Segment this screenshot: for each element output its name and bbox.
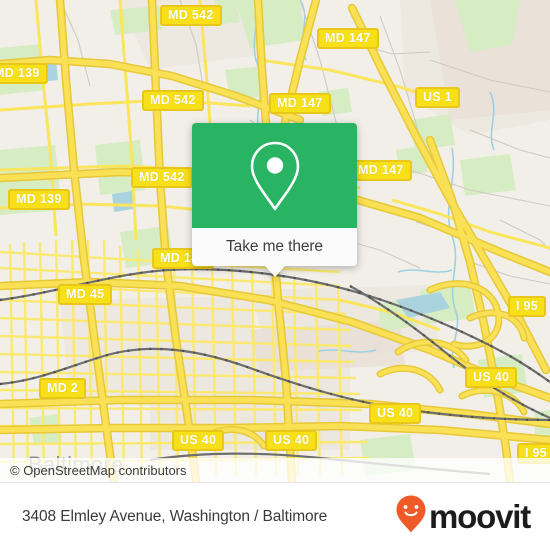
- map-pin-icon: [247, 139, 303, 213]
- attribution-text: © OpenStreetMap contributors: [10, 462, 187, 478]
- highway-shield: US 40: [265, 430, 318, 451]
- highway-shield: MD 542: [160, 5, 222, 26]
- highway-shield: MD 2: [39, 378, 87, 399]
- highway-shield: MD 139: [8, 189, 70, 210]
- map-attribution[interactable]: © OpenStreetMap contributors: [0, 458, 550, 482]
- highway-shield: US 1: [415, 87, 460, 108]
- highway-shield: MD 45: [58, 284, 113, 305]
- moovit-map-screen: Baltimore MD 542MD 147MD 139MD 542MD 147…: [0, 0, 550, 550]
- highway-shield: MD 542: [131, 167, 193, 188]
- highway-shield: MD 147: [317, 28, 379, 49]
- take-me-there-button[interactable]: Take me there: [192, 228, 357, 266]
- highway-shield: US 40: [369, 403, 422, 424]
- moovit-logo[interactable]: moovit: [395, 494, 531, 539]
- highway-shield: MD 147: [350, 160, 412, 181]
- highway-shield: MD 542: [142, 90, 204, 111]
- map-canvas[interactable]: Baltimore MD 542MD 147MD 139MD 542MD 147…: [0, 0, 550, 482]
- highway-shield: US 40: [465, 367, 518, 388]
- highway-shield: MD 139: [0, 63, 48, 84]
- moovit-wordmark: moovit: [429, 498, 531, 535]
- highway-shield: MD 147: [269, 93, 331, 114]
- address-label: 3408 Elmley Avenue, Washington / Baltimo…: [22, 507, 328, 525]
- location-popup[interactable]: Take me there: [192, 123, 357, 277]
- footer-bar: 3408 Elmley Avenue, Washington / Baltimo…: [0, 482, 550, 550]
- popup-tail: [264, 266, 285, 277]
- highway-shield: I 95: [508, 296, 547, 317]
- popup-pin-area: [192, 123, 357, 228]
- highway-shield: US 40: [172, 430, 225, 451]
- moovit-pin-icon: [395, 494, 427, 539]
